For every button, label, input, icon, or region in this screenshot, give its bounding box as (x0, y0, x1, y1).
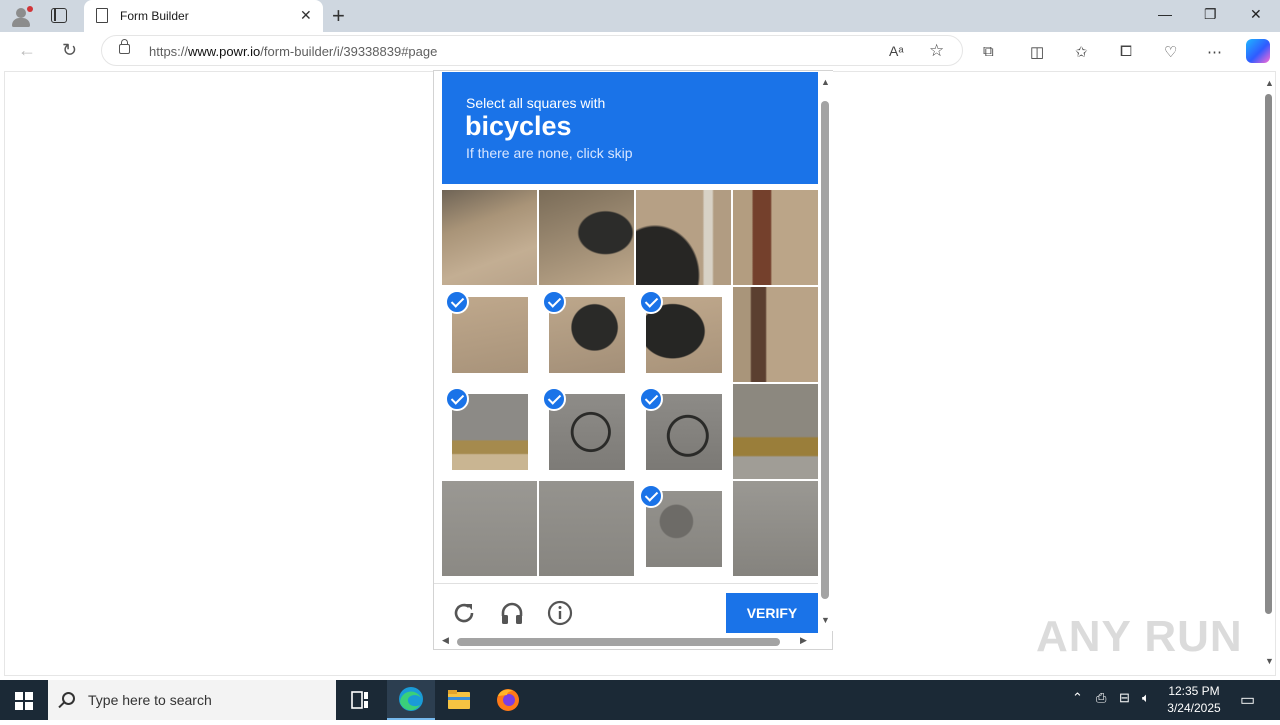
info-icon[interactable] (547, 600, 573, 626)
grid-tile-selected[interactable] (539, 287, 634, 382)
reload-icon[interactable] (451, 600, 477, 626)
read-aloud-icon[interactable]: Aᵃ (889, 43, 904, 59)
anyrun-watermark: ANY RUN (1036, 612, 1243, 661)
page-icon (96, 8, 108, 23)
checkmark-icon (542, 387, 566, 411)
grid-tile[interactable] (539, 190, 634, 285)
restore-button[interactable]: ❐ (1204, 6, 1217, 23)
search-icon (62, 692, 75, 705)
refresh-icon[interactable]: ↻ (62, 40, 77, 61)
close-window-button[interactable]: ✕ (1250, 6, 1262, 23)
collections-icon[interactable]: ⧠ (1120, 43, 1132, 60)
grid-tile-selected[interactable] (442, 384, 537, 479)
grid-tile[interactable] (733, 190, 818, 285)
grid-tile[interactable] (442, 190, 537, 285)
tab-form-builder[interactable]: Form Builder ✕ (84, 0, 323, 32)
checkmark-icon (639, 484, 663, 508)
audio-headphones-icon[interactable] (499, 600, 525, 626)
more-menu-icon[interactable]: ⋯ (1207, 43, 1222, 61)
captcha-header: Select all squares with bicycles If ther… (442, 72, 818, 184)
grid-tile[interactable] (636, 190, 731, 285)
notifications-icon[interactable]: ▭ (1240, 690, 1255, 710)
search-placeholder: Type here to search (88, 692, 212, 708)
browser-essentials-icon[interactable]: ♡ (1164, 43, 1177, 61)
edge-icon[interactable] (387, 680, 435, 720)
footer-divider (434, 583, 818, 584)
tray-overflow-icon[interactable]: ⌃ (1072, 690, 1083, 706)
taskbar-clock[interactable]: 12:35 PM 3/24/2025 (1160, 683, 1228, 717)
tab-actions-icon[interactable] (51, 8, 67, 23)
firefox-icon[interactable] (484, 680, 532, 720)
taskbar-search-box[interactable]: Type here to search (48, 680, 336, 720)
captcha-vertical-scrollbar[interactable]: ▲ ▼ (818, 71, 833, 631)
task-view-icon[interactable] (336, 680, 384, 720)
grid-tile[interactable] (733, 287, 818, 382)
captcha-vscroll-thumb[interactable] (821, 101, 829, 599)
scroll-right-icon[interactable]: ▶ (800, 635, 807, 646)
minimize-button[interactable]: — (1158, 6, 1172, 22)
tab-close-icon[interactable]: ✕ (300, 7, 312, 24)
tab-title: Form Builder (120, 9, 189, 23)
grid-tile-selected[interactable] (442, 287, 537, 382)
skip-hint: If there are none, click skip (466, 145, 633, 161)
grid-tile-selected[interactable] (636, 287, 731, 382)
scroll-down-icon[interactable]: ▼ (821, 615, 830, 625)
grid-tile-selected[interactable] (636, 384, 731, 479)
lock-icon[interactable] (119, 39, 130, 54)
verify-button[interactable]: VERIFY (726, 593, 818, 634)
profile-icon[interactable] (10, 5, 33, 27)
captcha-horizontal-scrollbar[interactable]: ◀ ▶ (434, 633, 818, 649)
checkmark-icon (445, 387, 469, 411)
captcha-challenge: Select all squares with bicycles If ther… (433, 70, 833, 650)
page-scroll-thumb[interactable] (1265, 94, 1272, 614)
favorites-icon[interactable]: ✩ (1075, 43, 1088, 61)
grid-tile-selected[interactable] (539, 384, 634, 479)
target-object: bicycles (465, 111, 572, 141)
grid-tile[interactable] (539, 481, 634, 576)
grid-tile[interactable] (442, 481, 537, 576)
copilot-icon[interactable] (1246, 39, 1270, 63)
instruction-text: Select all squares with (466, 95, 606, 111)
clock-date: 3/24/2025 (1167, 701, 1221, 715)
scroll-up-icon[interactable]: ▲ (1265, 78, 1274, 88)
volume-icon[interactable]: 🔈︎ (1142, 690, 1150, 706)
grid-tile[interactable] (733, 481, 818, 576)
captcha-hscroll-thumb[interactable] (457, 638, 780, 646)
scroll-up-icon[interactable]: ▲ (821, 77, 830, 87)
clock-time: 12:35 PM (1168, 684, 1220, 698)
checkmark-icon (639, 290, 663, 314)
url-text[interactable]: https://www.powr.io/form-builder/i/39338… (149, 44, 437, 59)
checkmark-icon (639, 387, 663, 411)
network-icon[interactable]: ⊟ (1119, 690, 1130, 706)
page-scrollbar[interactable]: ▲ ▼ (1262, 78, 1276, 668)
grid-tile[interactable] (733, 384, 818, 479)
checkmark-icon (542, 290, 566, 314)
meet-now-icon[interactable]: ⎙ (1096, 690, 1106, 706)
scroll-left-icon[interactable]: ◀ (442, 635, 449, 646)
scroll-down-icon[interactable]: ▼ (1265, 656, 1274, 666)
checkmark-icon (445, 290, 469, 314)
extensions-icon[interactable]: ⧉ (983, 43, 994, 60)
windows-start-icon[interactable] (15, 692, 33, 710)
favorite-star-icon[interactable]: ☆ (929, 41, 944, 61)
back-arrow-icon[interactable]: ← (18, 40, 36, 61)
file-explorer-icon[interactable] (435, 680, 483, 720)
new-tab-button[interactable]: + (332, 3, 345, 29)
title-bar: Form Builder ✕ + — ❐ ✕ (0, 0, 1280, 32)
captcha-grid (442, 190, 818, 576)
grid-tile-selected[interactable] (636, 481, 731, 576)
split-screen-icon[interactable]: ◫ (1030, 43, 1044, 61)
